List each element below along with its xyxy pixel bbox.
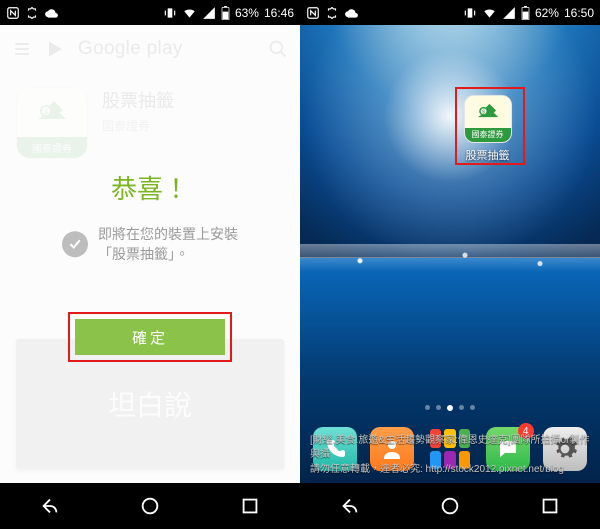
cloud-icon <box>44 6 59 20</box>
clock-text: 16:46 <box>264 6 294 20</box>
ok-button[interactable]: 確定 <box>75 319 225 355</box>
dialog-title: 恭喜！ <box>32 169 268 206</box>
caption-line1: [財經.美食.旅遊&生活趨勢觀察家:偉恩史達克]團隊所拍攝or製作與攝 <box>310 434 590 463</box>
status-bar: 62% 16:50 <box>300 0 600 25</box>
vibrate-icon <box>463 6 477 20</box>
nav-home-icon[interactable] <box>139 495 161 517</box>
nav-back-icon[interactable] <box>339 495 361 517</box>
clock-text: 16:50 <box>564 6 594 20</box>
check-icon <box>62 231 88 257</box>
phone-left: 63% 16:46 Google play $ 國泰證券 <box>0 0 300 529</box>
signal-icon <box>502 6 516 20</box>
nfc-icon <box>306 6 320 20</box>
caption-line2: 請勿任意轉載，違者必究: http://stock2012.pixnet.net… <box>310 463 590 478</box>
battery-text: 62% <box>535 6 559 20</box>
battery-icon <box>521 6 530 20</box>
phone-right: 62% 16:50 $ 國泰證券 股票抽籤 <box>300 0 600 529</box>
page-indicator <box>300 405 600 411</box>
screenshot-icon <box>325 6 339 20</box>
nav-bar <box>300 483 600 529</box>
screenshot-icon <box>25 6 39 20</box>
signal-icon <box>202 6 216 20</box>
wifi-icon <box>182 6 197 20</box>
nav-back-icon[interactable] <box>39 495 61 517</box>
nav-home-icon[interactable] <box>439 495 461 517</box>
nav-recent-icon[interactable] <box>539 495 561 517</box>
wifi-icon <box>482 6 497 20</box>
annotation-highlight-app <box>455 87 525 165</box>
nav-bar <box>0 483 300 529</box>
nfc-icon <box>6 6 20 20</box>
cloud-icon <box>344 6 359 20</box>
modal-scrim <box>0 25 300 529</box>
status-bar: 63% 16:46 <box>0 0 300 25</box>
vibrate-icon <box>163 6 177 20</box>
nav-recent-icon[interactable] <box>239 495 261 517</box>
caption-watermark: [財經.美食.旅遊&生活趨勢觀察家:偉恩史達克]團隊所拍攝or製作與攝 請勿任意… <box>300 428 600 484</box>
dialog-msg-line1: 即將在您的裝置上安裝 <box>98 224 238 244</box>
annotation-highlight-ok: 確定 <box>68 312 232 362</box>
install-success-dialog: 恭喜！ 即將在您的裝置上安裝 「股票抽籤」。 <box>32 169 268 265</box>
dialog-msg-line2: 「股票抽籤」。 <box>98 244 238 264</box>
home-screen[interactable]: $ 國泰證券 股票抽籤 <box>300 25 600 529</box>
battery-icon <box>221 6 230 20</box>
battery-text: 63% <box>235 6 259 20</box>
